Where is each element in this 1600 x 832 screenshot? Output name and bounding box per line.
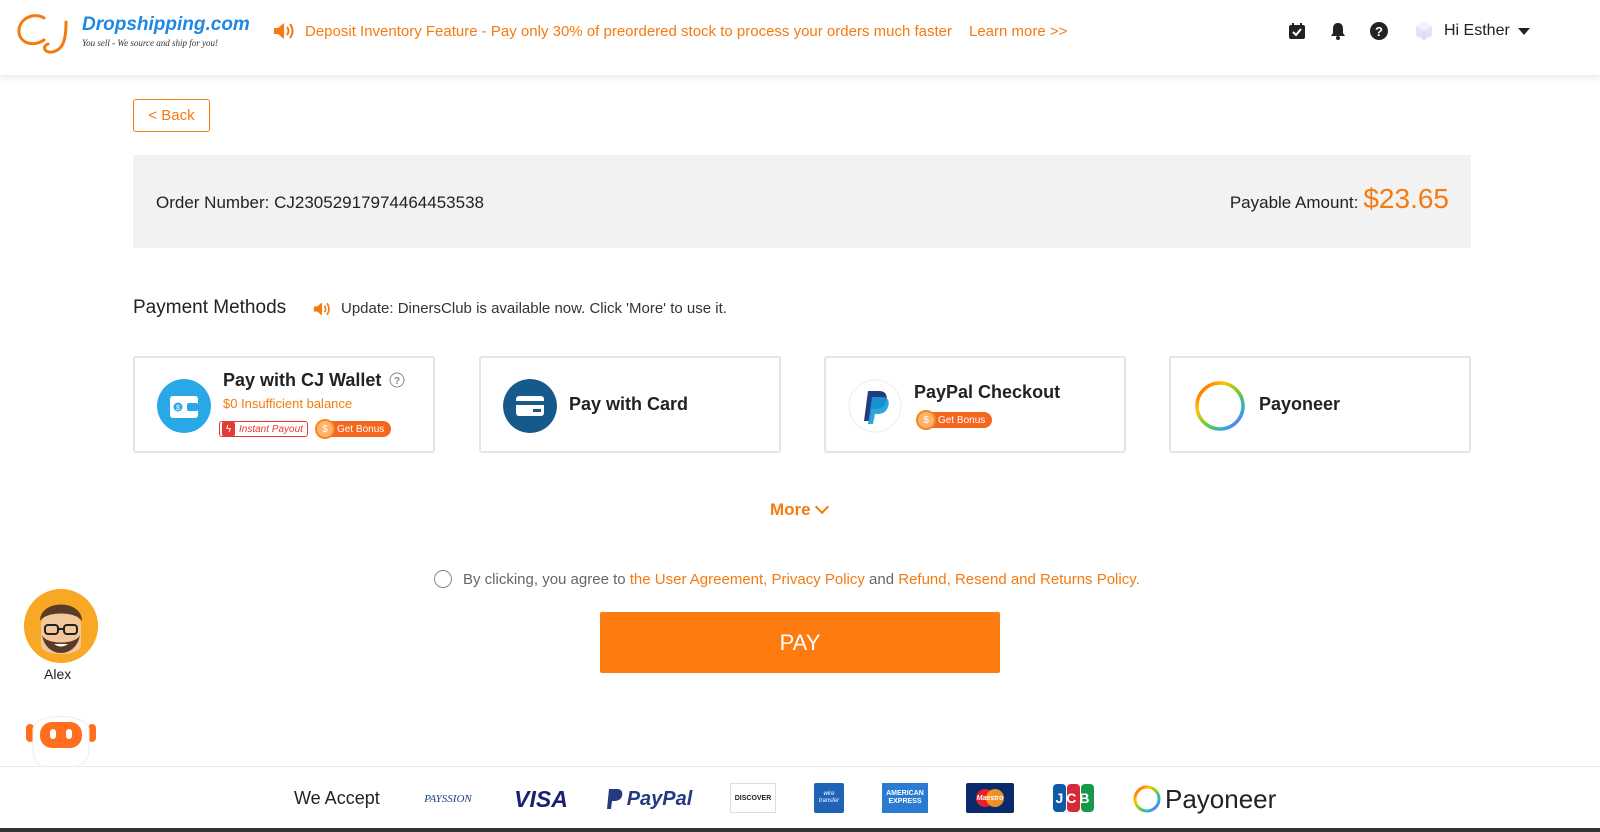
header-actions: ? Hi Esther — [1286, 20, 1530, 42]
help-icon[interactable]: ? — [1368, 20, 1390, 42]
payoneer-icon — [1195, 381, 1245, 431]
payable-amount-label: Payable Amount: — [1229, 193, 1359, 212]
agreement-prefix: By clicking, you agree to — [463, 570, 626, 588]
logo-tagline: You sell - We source and ship for you! — [82, 38, 218, 48]
accepted-payments-footer: We Accept PAYSSION VISA PayPal DISCOVER … — [0, 766, 1600, 828]
help-circle-icon[interactable]: ? — [389, 372, 405, 388]
agent-face-icon — [24, 589, 98, 663]
announcement-banner: Deposit Inventory Feature - Pay only 30%… — [273, 22, 1067, 40]
payment-method-label: Pay with Card — [569, 394, 689, 414]
visa-logo: VISA — [514, 785, 568, 812]
payment-method-paypal[interactable]: PayPal Checkout $ Get Bonus — [824, 356, 1126, 453]
jcb-logo: JCB — [1052, 783, 1096, 813]
order-number-value: CJ23052917974464453538 — [274, 193, 484, 212]
top-header: Dropshipping.com You sell - We source an… — [0, 0, 1600, 76]
more-label: More — [770, 500, 811, 519]
payment-update-notice: Update: DinersClub is available now. Cli… — [313, 300, 727, 317]
announcement-text: Deposit Inventory Feature - Pay only 30%… — [305, 22, 952, 40]
payable-amount: Payable Amount: $23.65 — [1230, 183, 1449, 215]
user-menu[interactable]: Hi Esther — [1413, 20, 1530, 42]
svg-text:$: $ — [176, 405, 180, 412]
payoneer-ring-icon — [1133, 785, 1161, 813]
wallet-balance-status: $0 Insufficient balance — [223, 396, 353, 411]
svg-text:?: ? — [1375, 24, 1383, 39]
back-button[interactable]: < Back — [133, 99, 210, 132]
agreement-and: and — [869, 570, 895, 588]
payoneer-logo: Payoneer — [1132, 783, 1292, 815]
svg-text:?: ? — [394, 376, 400, 387]
payment-method-cj-wallet[interactable]: $ Pay with CJ Wallet ? $0 Insufficient b… — [133, 356, 435, 453]
support-agent-name: Alex — [44, 666, 72, 682]
order-number-label: Order Number: — [156, 193, 270, 212]
chevron-down-icon — [814, 499, 829, 515]
get-bonus-badge: $ Get Bonus — [916, 410, 993, 430]
credit-card-icon — [503, 379, 557, 433]
cj-logo-mark-icon — [17, 14, 68, 54]
paypal-icon — [848, 379, 902, 433]
more-payment-methods-button[interactable]: More — [770, 499, 829, 520]
payment-method-label: Pay with CJ Wallet ? — [223, 370, 405, 391]
amex-logo: AMERICAN EXPRESS — [882, 783, 928, 813]
payment-update-text: Update: DinersClub is available now. Cli… — [341, 300, 727, 317]
paypal-logo: PayPal — [604, 783, 694, 815]
payment-methods-title: Payment Methods — [133, 297, 287, 318]
coin-icon: $ — [315, 419, 335, 439]
wallet-icon: $ — [157, 379, 211, 433]
cj-logo[interactable]: Dropshipping.com You sell - We source an… — [16, 8, 250, 56]
payment-method-label: Payoneer — [1259, 394, 1341, 414]
agreement-row: By clicking, you agree to the User Agree… — [434, 570, 1140, 588]
payssion-logo: PAYSSION — [424, 793, 472, 805]
get-bonus-badge: $ Get Bonus — [315, 419, 392, 439]
pay-button[interactable]: PAY — [600, 612, 1000, 673]
lightning-icon: ϟ — [222, 422, 235, 436]
instant-payout-badge: ϟ Instant Payout — [219, 421, 308, 437]
we-accept-label: We Accept — [294, 788, 380, 808]
chevron-down-icon — [1517, 27, 1530, 35]
tasks-icon[interactable] — [1286, 20, 1308, 42]
speaker-icon — [313, 301, 330, 316]
user-avatar-icon — [1416, 22, 1432, 40]
paypal-mark-icon — [606, 789, 623, 809]
user-agreement-link[interactable]: the User Agreement — [630, 571, 763, 588]
logo-text: Dropshipping.com — [82, 14, 250, 35]
payable-amount-value: $23.65 — [1363, 183, 1449, 214]
wire-transfer-logo: wire transfer — [814, 783, 844, 813]
discover-logo: DISCOVER — [730, 783, 776, 813]
agreement-checkbox[interactable] — [434, 570, 452, 588]
speaker-icon — [274, 23, 294, 39]
bell-icon[interactable] — [1327, 20, 1349, 42]
maestro-logo: Maestro — [966, 783, 1014, 813]
payment-method-card[interactable]: Pay with Card — [479, 356, 781, 453]
refund-policy-link[interactable]: Refund, Resend and Returns Policy. — [898, 571, 1140, 588]
privacy-policy-link[interactable]: Privacy Policy — [772, 571, 865, 588]
payment-method-payoneer[interactable]: Payoneer — [1169, 356, 1471, 453]
coin-icon: $ — [916, 410, 936, 430]
bottom-edge-bar — [0, 828, 1600, 832]
payment-method-label: PayPal Checkout — [914, 382, 1061, 402]
learn-more-link[interactable]: Learn more >> — [969, 23, 1067, 40]
user-greeting: Hi Esther — [1444, 22, 1510, 39]
order-summary-bar: Order Number: CJ23052917974464453538 Pay… — [133, 155, 1471, 248]
support-agent-avatar[interactable] — [24, 589, 98, 663]
order-number: Order Number: CJ23052917974464453538 — [156, 193, 484, 213]
